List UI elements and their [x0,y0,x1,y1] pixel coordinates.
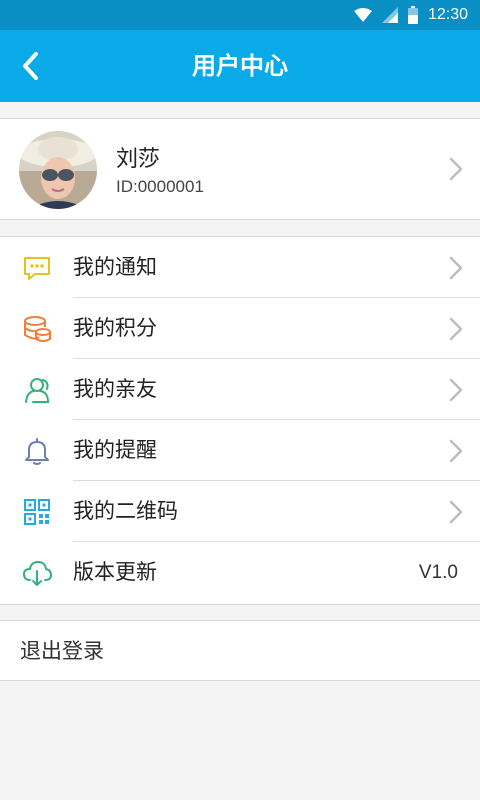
clock-time: 12:30 [427,6,468,23]
menu-item-label: 我的积分 [73,316,157,340]
menu-item-label: 我的二维码 [73,499,178,523]
menu-item-version-update[interactable]: 版本更新 V1.0 [0,542,480,605]
menu-item-label: 我的通知 [73,255,157,279]
chevron-right-icon [449,256,463,280]
menu-item-label: 我的提醒 [73,438,157,462]
chevron-right-icon [449,500,463,524]
menu-item-qr-code[interactable]: 我的二维码 [0,481,480,542]
chevron-right-icon [449,157,463,181]
version-number: V1.0 [418,562,458,583]
menu-item-points[interactable]: 我的积分 [0,298,480,359]
signal-icon [381,7,398,23]
page-title: 用户中心 [192,52,288,80]
menu-item-label: 版本更新 [73,560,157,584]
avatar [19,131,97,209]
logout-button[interactable]: 退出登录 [0,620,480,681]
coins-icon [24,316,51,342]
friends-icon [25,378,50,403]
status-icons: 12:30 [353,0,468,30]
chevron-right-icon [449,378,463,402]
menu-item-label: 我的亲友 [73,377,157,401]
profile-id: ID:0000001 [116,177,204,196]
message-icon [24,257,50,280]
logout-label: 退出登录 [20,639,104,663]
qr-code-icon [24,499,50,525]
menu-item-reminders[interactable]: 我的提醒 [0,420,480,481]
menu-item-notifications[interactable]: 我的通知 [0,237,480,298]
status-bar: 12:30 [0,0,480,30]
chevron-right-icon [449,439,463,463]
menu-list: 我的通知 我的积分 我的亲友 我的提醒 我的二维码 版本更新 V1.0 [0,236,480,605]
bell-icon [25,438,49,465]
wifi-icon [353,8,372,22]
menu-item-friends[interactable]: 我的亲友 [0,359,480,420]
back-button[interactable] [10,46,50,86]
chevron-left-icon [23,52,38,80]
battery-icon [407,6,418,24]
cloud-download-icon [22,560,53,586]
app-bar: 用户中心 [0,30,480,102]
chevron-right-icon [449,317,463,341]
profile-card[interactable]: 刘莎 ID:0000001 [0,118,480,220]
profile-name: 刘莎 [116,147,161,172]
